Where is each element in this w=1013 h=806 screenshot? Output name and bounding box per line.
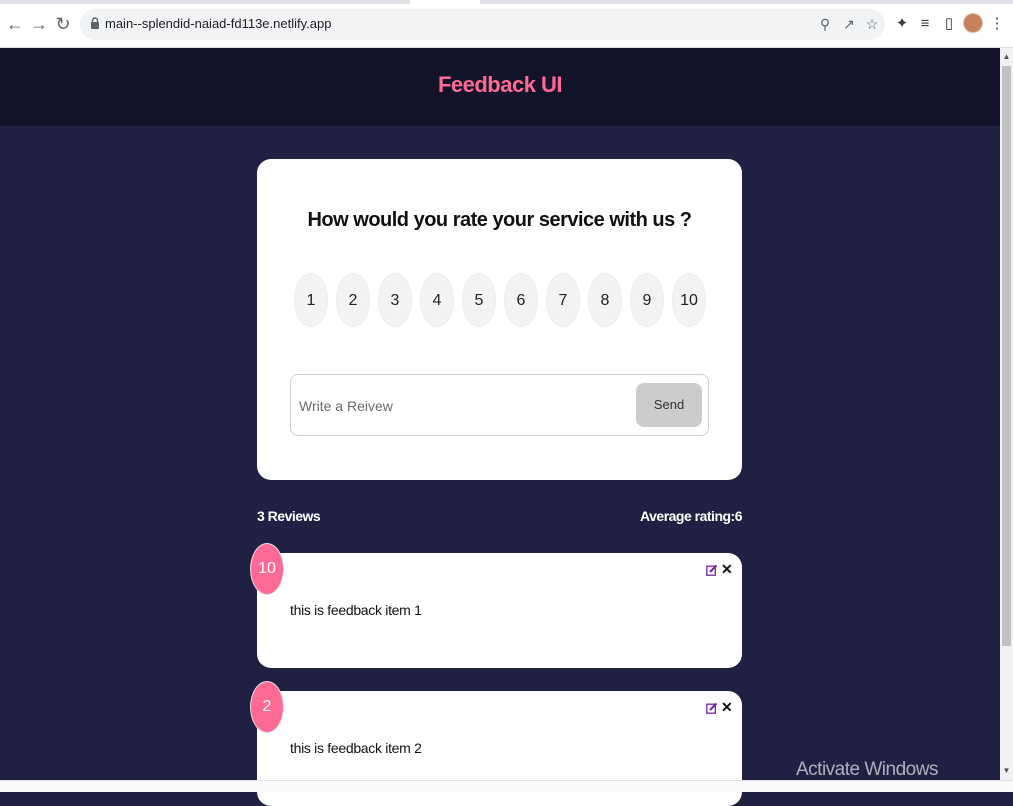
zoom-icon[interactable]: ⚲ <box>816 15 834 33</box>
delete-close-icon[interactable]: ✕ <box>721 699 733 715</box>
app-header: Feedback UI <box>0 48 1000 126</box>
rating-option-8[interactable]: 8 <box>588 273 622 327</box>
rating-option-6[interactable]: 6 <box>504 273 538 327</box>
rating-option-2[interactable]: 2 <box>336 273 370 327</box>
feedback-item: 10 ✕ this is feedback item 1 <box>250 543 742 668</box>
rating-option-5[interactable]: 5 <box>462 273 496 327</box>
reading-list-icon[interactable]: ≡ <box>916 14 934 34</box>
page-scrollbar[interactable]: ▲ ▼ <box>1000 48 1013 780</box>
url-text[interactable]: main--splendid-naiad-fd113e.netlify.app <box>105 16 331 31</box>
scroll-up-arrow-icon[interactable]: ▲ <box>1000 50 1013 64</box>
review-input[interactable] <box>297 387 631 425</box>
lock-icon <box>91 17 99 29</box>
bookmark-star-icon[interactable]: ☆ <box>863 15 881 33</box>
taskbar-edge <box>0 780 1013 792</box>
address-bar[interactable]: main--splendid-naiad-fd113e.netlify.app … <box>80 9 885 40</box>
rating-option-1[interactable]: 1 <box>294 273 328 327</box>
rating-option-3[interactable]: 3 <box>378 273 412 327</box>
review-count: 3 Reviews <box>257 508 321 524</box>
feedback-text: this is feedback item 2 <box>290 740 422 756</box>
extensions-puzzle-icon[interactable]: ✦ <box>893 14 911 34</box>
scroll-thumb[interactable] <box>1002 66 1011 646</box>
review-form: Send <box>290 374 709 436</box>
app-title: Feedback UI <box>437 72 563 97</box>
rating-option-10[interactable]: 10 <box>672 273 706 327</box>
rating-option-7[interactable]: 7 <box>546 273 580 327</box>
rating-card: How would you rate your service with us … <box>257 159 742 480</box>
forward-arrow-icon[interactable]: → <box>30 14 48 34</box>
feedback-rating-badge: 10 <box>250 543 284 595</box>
active-tab-edge[interactable] <box>410 0 480 4</box>
rating-option-9[interactable]: 9 <box>630 273 664 327</box>
rating-question: How would you rate your service with us … <box>307 209 692 231</box>
delete-close-icon[interactable]: ✕ <box>721 561 733 577</box>
browser-toolbar: ← → ↻ main--splendid-naiad-fd113e.netlif… <box>0 0 1013 48</box>
rating-options: 1 2 3 4 5 6 7 8 9 10 <box>294 273 714 329</box>
feedback-text: this is feedback item 1 <box>290 602 422 618</box>
side-panel-icon[interactable]: ▯ <box>940 14 958 34</box>
reload-icon[interactable]: ↻ <box>54 14 72 34</box>
profile-avatar[interactable] <box>963 13 983 33</box>
share-icon[interactable]: ↗ <box>840 15 858 33</box>
average-rating: Average rating:6 <box>640 508 742 524</box>
edit-icon[interactable] <box>706 564 718 576</box>
feedback-rating-badge: 2 <box>250 681 284 733</box>
windows-activation-watermark: Activate Windows <box>796 759 938 780</box>
send-button[interactable]: Send <box>636 383 702 427</box>
scroll-down-arrow-icon[interactable]: ▼ <box>1000 764 1013 778</box>
tab-strip <box>0 0 1013 4</box>
rating-option-4[interactable]: 4 <box>420 273 454 327</box>
menu-kebab-icon[interactable]: ⋮ <box>988 14 1006 34</box>
back-arrow-icon[interactable]: ← <box>6 14 24 34</box>
edit-icon[interactable] <box>706 702 718 714</box>
